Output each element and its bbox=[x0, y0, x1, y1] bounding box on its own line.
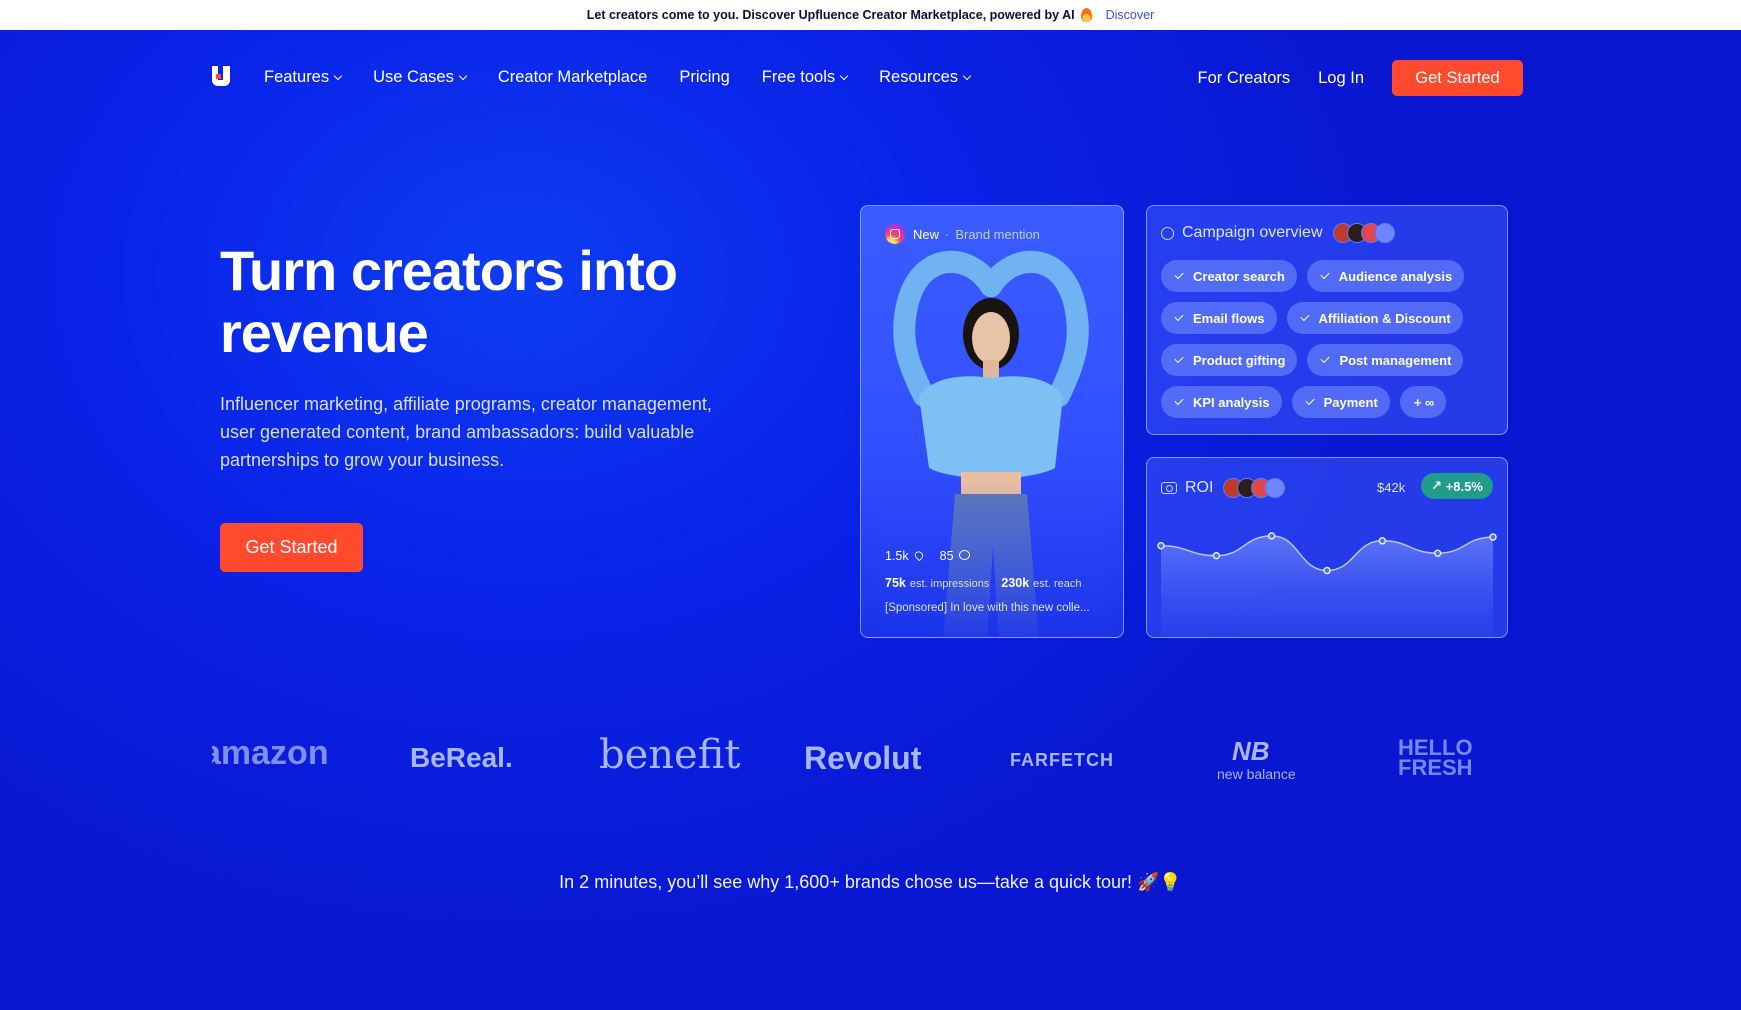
chip-email-flows: Email flows bbox=[1161, 302, 1277, 334]
tour-invite-text: In 2 minutes, you’ll see why 1,600+ bran… bbox=[559, 872, 1182, 892]
roi-title: ROI bbox=[1161, 478, 1286, 498]
chevron-down-icon bbox=[962, 71, 972, 81]
roi-point bbox=[1433, 549, 1442, 557]
likes-count: 1.5k bbox=[885, 549, 909, 563]
roi-point bbox=[1157, 542, 1165, 550]
reach-value: 230k bbox=[1001, 576, 1030, 590]
roi-point bbox=[1267, 532, 1276, 540]
roi-point bbox=[1378, 537, 1387, 545]
post-metrics: 75k est. impressions 230k est. reach bbox=[885, 576, 1082, 590]
logo-revolut: Revolut bbox=[804, 740, 922, 776]
logo-farfetch: FARFETCH bbox=[1010, 750, 1114, 770]
trend-up-icon: ↗ bbox=[1431, 478, 1446, 493]
check-icon bbox=[1299, 311, 1310, 322]
campaign-title: Campaign overview bbox=[1161, 223, 1395, 243]
chip-kpi-analysis: KPI analysis bbox=[1161, 386, 1282, 418]
check-icon bbox=[1174, 395, 1184, 406]
chip-payment: Payment bbox=[1291, 386, 1390, 418]
post-tag: New bbox=[913, 226, 940, 242]
chip-product-gifting: Product gifting bbox=[1161, 344, 1298, 376]
comment-icon bbox=[958, 550, 970, 560]
announcement-text: Let creators come to you. Discover Upflu… bbox=[586, 8, 1075, 22]
chevron-down-icon bbox=[839, 71, 849, 81]
discover-link[interactable]: Discover bbox=[1106, 8, 1155, 22]
feature-chips: Creator search Audience analysis Email f… bbox=[1161, 260, 1501, 418]
nav-item-free-tools[interactable]: Free tools bbox=[762, 68, 849, 87]
check-icon bbox=[1174, 311, 1184, 322]
hero-subtitle: Influencer marketing, affiliate programs… bbox=[220, 394, 712, 470]
nav-item-creator-marketplace[interactable]: Creator Marketplace bbox=[498, 68, 647, 87]
for-creators-link[interactable]: For Creators bbox=[1198, 69, 1291, 88]
login-link[interactable]: Log In bbox=[1318, 69, 1364, 88]
roi-card: ROI $42k ↗ +8.5% bbox=[1146, 457, 1508, 638]
post-caption: [Sponsored] In love with this new colle.… bbox=[885, 602, 1090, 614]
announcement-bar: Let creators come to you. Discover Upflu… bbox=[0, 0, 1741, 30]
logo-new-balance: new balance bbox=[1217, 766, 1296, 782]
avatar bbox=[1374, 223, 1395, 243]
post-header: New · Brand mention bbox=[885, 224, 1040, 244]
check-icon bbox=[1320, 269, 1330, 280]
nav-item-use-cases[interactable]: Use Cases bbox=[373, 68, 468, 87]
check-icon bbox=[1174, 269, 1184, 280]
avatar bbox=[1265, 478, 1286, 498]
post-engagement: 1.5k 85 bbox=[885, 549, 970, 563]
main-nav: Features Use Cases Creator Marketplace P… bbox=[0, 30, 1741, 126]
get-started-button[interactable]: Get Started bbox=[1392, 60, 1523, 96]
campaign-overview-card: Campaign overview Creator search Audienc… bbox=[1146, 205, 1508, 435]
money-icon bbox=[1161, 482, 1177, 494]
roi-area bbox=[1161, 535, 1493, 637]
impressions-value: 75k bbox=[885, 576, 906, 590]
chip-more: + ∞ bbox=[1399, 386, 1447, 418]
heart-icon bbox=[912, 549, 925, 562]
check-icon bbox=[1174, 353, 1184, 364]
logo-hello-fresh: HELLO FRESH bbox=[1398, 735, 1473, 780]
check-icon bbox=[1320, 353, 1331, 364]
hero-get-started-button[interactable]: Get Started bbox=[220, 523, 363, 572]
nav-item-features[interactable]: Features bbox=[264, 68, 343, 87]
check-icon bbox=[1305, 395, 1315, 406]
nav-item-resources[interactable]: Resources bbox=[879, 68, 972, 87]
avatar-group bbox=[1332, 223, 1395, 243]
roi-line-chart bbox=[1157, 532, 1497, 637]
post-type: Brand mention bbox=[955, 226, 1040, 242]
logo-amazon: amazon bbox=[212, 734, 329, 772]
brand-logo-strip: amazon BeReal. benefit Revolut FARFETCH … bbox=[212, 730, 1522, 790]
roi-value: $42k bbox=[1377, 480, 1406, 495]
hero-headline: Turn creators into revenue bbox=[220, 239, 678, 364]
chip-post-management: Post management bbox=[1307, 344, 1464, 376]
fire-icon bbox=[1080, 8, 1092, 22]
chip-affiliation-discount: Affiliation & Discount bbox=[1286, 302, 1463, 334]
chip-creator-search: Creator search bbox=[1161, 260, 1297, 292]
logo-bereal: BeReal. bbox=[410, 742, 513, 773]
avatar-group bbox=[1223, 478, 1286, 498]
loader-icon bbox=[1161, 226, 1174, 240]
chevron-down-icon bbox=[333, 71, 343, 81]
upfluence-logo-icon[interactable] bbox=[212, 66, 232, 88]
nav-item-pricing[interactable]: Pricing bbox=[679, 68, 729, 87]
brand-mention-card: New · Brand mention 1.5k 85 75k est. impr… bbox=[860, 205, 1124, 638]
new-balance-icon: NB bbox=[1232, 736, 1270, 766]
roi-point bbox=[1212, 551, 1221, 560]
roi-point bbox=[1323, 566, 1331, 575]
nav-menu: Features Use Cases Creator Marketplace P… bbox=[264, 68, 1002, 87]
instagram-icon bbox=[885, 224, 905, 244]
roi-change-badge: ↗ +8.5% bbox=[1421, 473, 1493, 499]
chevron-down-icon bbox=[458, 71, 468, 81]
comments-count: 85 bbox=[939, 549, 954, 563]
roi-point bbox=[1489, 533, 1497, 541]
logo-benefit: benefit bbox=[599, 732, 741, 778]
nav-actions: For Creators Log In Get Started bbox=[1198, 60, 1523, 96]
chip-audience-analysis: Audience analysis bbox=[1306, 260, 1465, 292]
